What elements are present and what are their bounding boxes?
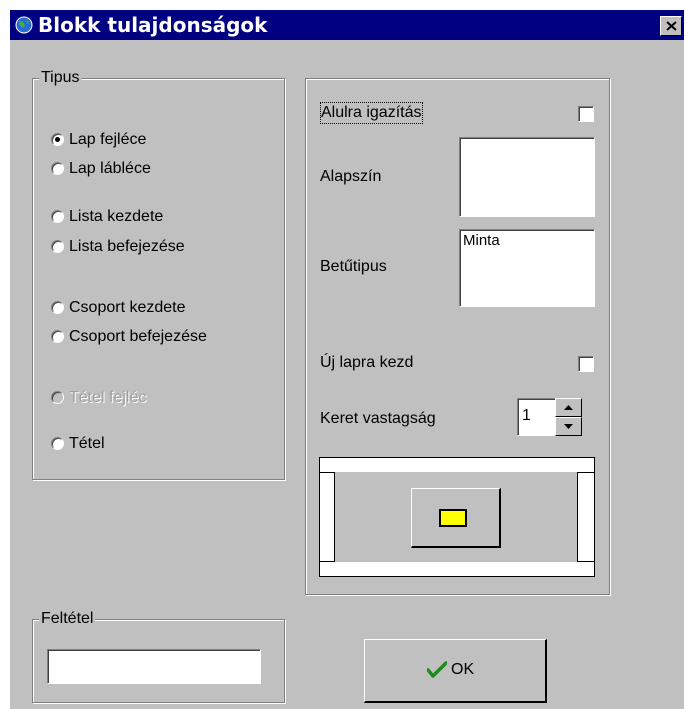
condition-group-legend: Feltétel — [39, 609, 96, 629]
font-sample-box[interactable]: Minta — [459, 229, 595, 307]
bg-color-box[interactable] — [459, 137, 595, 217]
radio-button[interactable] — [51, 210, 64, 223]
window-title: Blokk tulajdonságok — [38, 13, 268, 37]
color-swatch — [439, 509, 467, 527]
title-bar[interactable]: Blokk tulajdonságok — [10, 10, 684, 40]
radio-button[interactable] — [51, 133, 64, 146]
preview-area — [334, 472, 578, 562]
arrow-up-icon — [564, 405, 573, 410]
radio-label: Lap fejléce — [69, 131, 147, 148]
radio-label: Tétel fejléc — [69, 389, 147, 406]
bg-color-label: Alapszín — [320, 168, 382, 185]
border-width-label: Keret vastagság — [320, 410, 436, 427]
globe-icon — [14, 15, 34, 35]
radio-button[interactable] — [51, 162, 64, 175]
condition-input[interactable] — [47, 649, 261, 684]
condition-groupbox: Feltétel — [32, 609, 285, 703]
type-group-legend: Tipus — [39, 68, 82, 88]
border-width-value: 1 — [522, 407, 531, 424]
radio-label: Csoport kezdete — [69, 299, 186, 316]
new-page-checkbox[interactable] — [578, 356, 594, 372]
ok-label: OK — [451, 661, 475, 678]
ok-button[interactable]: OK — [364, 639, 547, 703]
radio-label: Tétel — [69, 435, 105, 452]
font-label: Betűtipus — [320, 258, 387, 275]
close-icon — [666, 21, 677, 31]
spin-down-button[interactable] — [555, 417, 582, 436]
border-preview — [319, 457, 595, 577]
spin-up-button[interactable] — [555, 398, 582, 417]
radio-label: Lista befejezése — [69, 238, 185, 255]
radio-label: Csoport befejezése — [69, 328, 207, 345]
border-width-spinner[interactable] — [555, 398, 582, 436]
border-width-input[interactable]: 1 — [517, 398, 557, 436]
preview-color-button[interactable] — [411, 488, 501, 548]
radio-button — [51, 391, 64, 404]
type-groupbox: Tipus Lap fejléce Lap lábléce Lista kezd… — [32, 68, 285, 480]
radio-button[interactable] — [51, 301, 64, 314]
radio-button[interactable] — [51, 330, 64, 343]
font-sample-text: Minta — [463, 232, 500, 249]
close-button[interactable] — [660, 16, 682, 36]
checkmark-icon — [426, 661, 448, 678]
align-bottom-label[interactable]: Alulra igazítás — [320, 102, 423, 124]
radio-button[interactable] — [51, 437, 64, 450]
new-page-label: Új lapra kezd — [320, 354, 414, 371]
radio-label: Lap lábléce — [69, 160, 151, 177]
dialog-window: Blokk tulajdonságok Tipus Lap fejléce La… — [10, 10, 684, 709]
radio-label: Lista kezdete — [69, 208, 164, 225]
align-bottom-checkbox[interactable] — [578, 106, 594, 122]
arrow-down-icon — [564, 424, 573, 429]
radio-button[interactable] — [51, 240, 64, 253]
